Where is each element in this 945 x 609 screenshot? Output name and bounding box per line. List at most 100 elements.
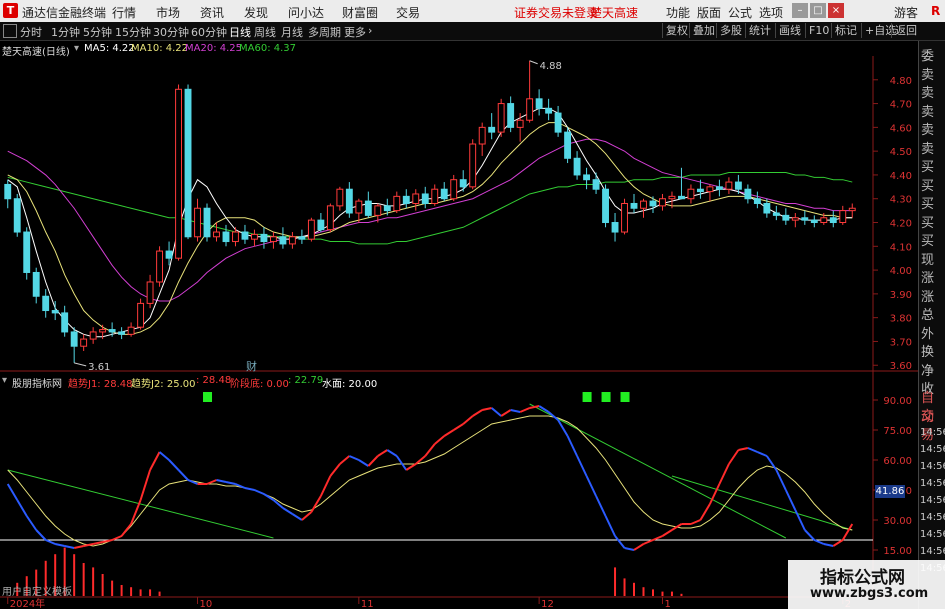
j1-segment xyxy=(301,511,313,521)
candle-body xyxy=(317,219,325,231)
side-item-13[interactable]: 涨幅 xyxy=(921,288,945,307)
candle-body xyxy=(621,202,628,233)
candle-body xyxy=(213,231,220,238)
j1-segment xyxy=(225,481,236,485)
price-axis-label: 4.60 xyxy=(890,123,912,134)
legend-v1: : 28.48 xyxy=(196,375,232,386)
price-axis-label: 4.70 xyxy=(890,100,912,111)
ma5-line xyxy=(7,107,853,338)
j1-segment xyxy=(557,419,569,437)
j1-segment xyxy=(73,545,84,549)
j1-segment xyxy=(92,541,103,545)
side-time-2: 14:56 xyxy=(920,461,945,472)
candle-body xyxy=(431,188,439,204)
j1-segment xyxy=(282,507,293,515)
candle-body xyxy=(734,181,742,190)
j1-segment xyxy=(491,407,502,417)
candle-body xyxy=(156,250,164,283)
candle-body xyxy=(459,179,467,188)
signal-square xyxy=(203,392,213,402)
j1-segment xyxy=(784,489,797,511)
side-item-3[interactable]: 卖三 xyxy=(921,103,945,122)
j1-segment xyxy=(585,475,597,497)
side-item-14[interactable]: 总量 xyxy=(921,306,945,325)
watermark-title: 指标公式网 xyxy=(820,568,905,588)
candle-body xyxy=(696,188,704,193)
candle-body xyxy=(848,207,856,212)
side-time-5: 14:56 xyxy=(920,512,945,523)
candle-body xyxy=(782,214,790,221)
candle-body xyxy=(260,233,268,243)
j1-segment xyxy=(434,435,445,445)
candle-body xyxy=(592,179,600,190)
candle-body xyxy=(108,329,116,333)
side-item-16[interactable]: 换手 xyxy=(921,343,945,362)
j1-segment xyxy=(500,409,512,417)
side-item-8[interactable]: 买三 xyxy=(921,195,945,214)
j1-segment xyxy=(841,523,854,541)
signal-square xyxy=(601,392,611,402)
candle-body xyxy=(146,281,154,304)
candle-body xyxy=(222,231,230,243)
candle-body xyxy=(326,205,334,231)
j1-segment xyxy=(177,469,189,481)
legend-j2: 趋势J2: 25.00 xyxy=(131,379,196,390)
j1-segment xyxy=(718,463,730,485)
side-item-1[interactable]: 卖五 xyxy=(921,66,945,85)
candle-body xyxy=(763,202,771,214)
trend-line xyxy=(529,403,787,539)
side-item-10[interactable]: 买五 xyxy=(921,232,945,251)
price-axis-label: 3.90 xyxy=(890,290,912,301)
template-label: 用户自定义模板 xyxy=(2,587,72,598)
candle-body xyxy=(232,231,239,243)
side-item-11[interactable]: 现价 xyxy=(921,251,945,270)
candle-body xyxy=(820,217,828,224)
j1-segment xyxy=(794,509,806,531)
legend-j1: 趋势J1: 28.48 xyxy=(68,379,133,390)
side-item-0[interactable]: 委比 xyxy=(921,47,945,66)
side-time-3: 14:56 xyxy=(920,478,945,489)
side-item-12[interactable]: 涨跌 xyxy=(921,269,945,288)
candle-body xyxy=(829,217,837,224)
j1-segment xyxy=(699,503,711,521)
j1-segment xyxy=(310,495,322,513)
low-pointer xyxy=(74,362,87,367)
candle-body xyxy=(753,198,761,204)
month-label: 1 xyxy=(664,599,670,609)
candle-body xyxy=(839,210,847,224)
candle-body xyxy=(497,103,505,133)
candle-body xyxy=(640,200,647,209)
j1-segment xyxy=(16,499,28,517)
candle-body xyxy=(32,271,40,297)
candle-body xyxy=(801,217,809,221)
j1-segment xyxy=(813,539,825,545)
quote-side-panel: 委比卖五卖四卖三卖二卖一买一买二买三买四买五现价涨跌涨幅总量外盘换手净资收益自动… xyxy=(918,41,945,609)
candle-body xyxy=(4,183,12,200)
candle-body xyxy=(583,174,591,181)
side-item-4[interactable]: 卖二 xyxy=(921,121,945,140)
side-item-17[interactable]: 净资 xyxy=(921,362,945,381)
side-item-9[interactable]: 买四 xyxy=(921,214,945,233)
candle-body xyxy=(545,107,553,114)
j1-segment xyxy=(54,543,65,547)
finance-marker[interactable]: 财 xyxy=(246,358,257,374)
side-item-15[interactable]: 外盘 xyxy=(921,325,945,344)
side-item-6[interactable]: 买一 xyxy=(921,158,945,177)
candle-body xyxy=(42,295,50,312)
signal-square xyxy=(582,392,592,402)
side-item-5[interactable]: 卖一 xyxy=(921,140,945,159)
indicator-dropdown-icon[interactable]: ▾ xyxy=(2,375,7,386)
ind-axis-label: 30.00 xyxy=(883,516,912,527)
candle-body xyxy=(772,212,780,216)
j1-segment xyxy=(254,489,265,495)
candle-body xyxy=(51,310,59,314)
side-item-7[interactable]: 买二 xyxy=(921,177,945,196)
site-watermark: 指标公式网 www.zbgs3.com xyxy=(788,560,945,609)
j1-segment xyxy=(738,447,749,451)
candle-body xyxy=(13,198,21,233)
j1-segment xyxy=(510,409,521,413)
side-item-2[interactable]: 卖四 xyxy=(921,84,945,103)
candle-body xyxy=(269,236,277,243)
candle-body xyxy=(573,157,581,176)
j1-segment xyxy=(348,455,360,461)
